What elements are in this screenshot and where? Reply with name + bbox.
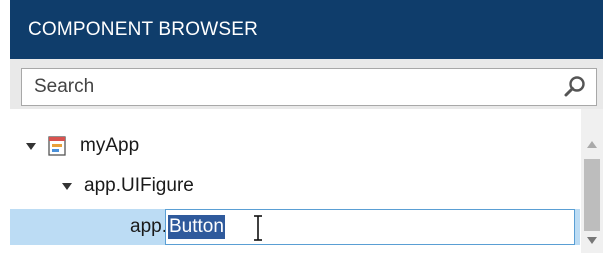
text-cursor-icon: [254, 215, 262, 241]
app-file-icon: [48, 136, 66, 156]
scroll-thumb[interactable]: [584, 159, 600, 231]
rename-prefix: app.: [130, 216, 167, 237]
component-tree: myApp app.UIFigure app. Button: [10, 109, 603, 253]
tree-node-label: myApp: [80, 135, 140, 156]
left-strip: [0, 0, 10, 253]
rename-field[interactable]: Button: [165, 209, 575, 245]
caret-down-icon[interactable]: [62, 182, 72, 190]
search-icon[interactable]: [562, 74, 588, 100]
scroll-up-icon[interactable]: [587, 141, 597, 148]
tree-node-button-editing[interactable]: app. Button: [10, 209, 580, 245]
panel-title: COMPONENT BROWSER: [10, 0, 603, 59]
tree-node-label: app.UIFigure: [84, 175, 194, 196]
tree-node-myapp[interactable]: myApp: [10, 127, 580, 165]
tree-node-uifigure[interactable]: app.UIFigure: [10, 167, 580, 205]
search-box[interactable]: [21, 68, 597, 106]
scroll-down-icon[interactable]: [587, 237, 597, 244]
caret-down-icon[interactable]: [26, 142, 36, 150]
selected-text[interactable]: Button: [168, 215, 225, 239]
search-input[interactable]: [22, 69, 562, 105]
component-browser-panel: COMPONENT BROWSER myApp app.UIFigure app…: [0, 0, 603, 253]
tree-scrollbar[interactable]: [581, 109, 603, 253]
